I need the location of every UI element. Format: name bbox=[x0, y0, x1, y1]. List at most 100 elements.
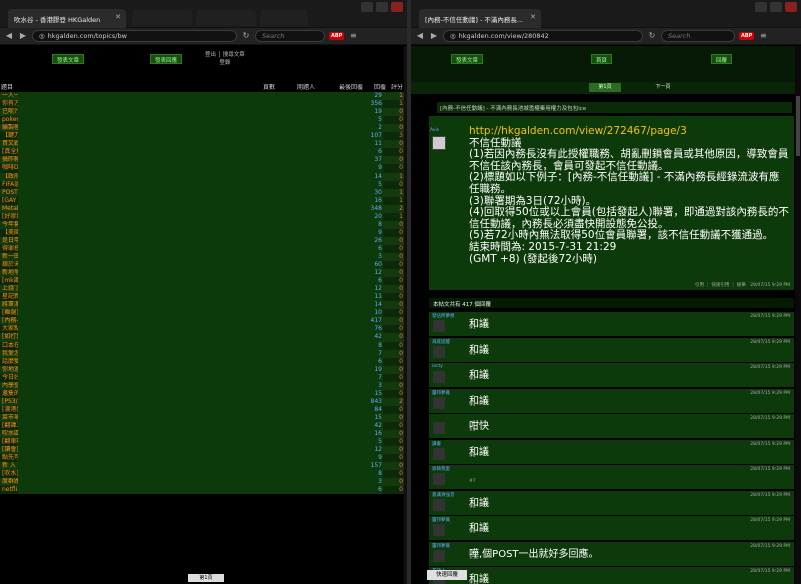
topic-row[interactable]: [內務-不信任動議] - 不滿內務長池城濫權秦用權力及包包ice1 頁Avis1… bbox=[0, 317, 404, 326]
maximize-icon[interactable] bbox=[376, 2, 388, 12]
reply-username[interactable]: 意識清強音 bbox=[432, 492, 455, 498]
topic-row[interactable]: 新 入 蒸 8K Otome Storm!6 頁Gigamek53分鐘前1570 bbox=[0, 462, 404, 471]
topic-row[interactable]: 內學登仔講的一段說話1 頁鍋則賓23分鐘前30 bbox=[0, 381, 404, 390]
reply-username[interactable]: 索騎我愛 bbox=[432, 466, 450, 472]
minimize-icon[interactable] bbox=[755, 2, 767, 12]
topic-row[interactable]: [讀會]自己打旺紅中，下家認住打紅中自己可唔可以贏會？1 頁司馬52分鐘前120 bbox=[0, 446, 404, 455]
topic-row[interactable]: [好膠好膠好膠!]有呼食有可以補嘅?1 頁雀度7分鐘前201 bbox=[0, 212, 404, 221]
topic-row[interactable]: 你地過都點到fc咪，公仔，影樓，依家過得好嘅？1 頁鍋則賓22分鐘前190 bbox=[0, 365, 404, 374]
back-icon[interactable]: ◀ bbox=[4, 31, 14, 41]
home-button[interactable]: 首頁 bbox=[591, 54, 613, 64]
scrollbar-thumb[interactable] bbox=[796, 96, 800, 156]
minimize-icon[interactable] bbox=[361, 2, 373, 12]
topic-row[interactable]: 口本在開後見做1 頁日行一轉20分鐘前80 bbox=[0, 341, 404, 350]
column-header[interactable]: 評分 bbox=[390, 84, 404, 93]
topic-row[interactable]: 點先可以學到寫布慶1 頁吊大室52分鐘前90 bbox=[0, 454, 404, 463]
topic-row[interactable]: 銀於未到專設中嘅繼圍出下3 頁主流12分鐘前600 bbox=[0, 261, 404, 270]
topic-row[interactable]: 上錢了大車1 頁細言恆宇青歎16分鐘前120 bbox=[0, 285, 404, 294]
topic-row[interactable]: 得罪搭句，咁你邊度咁鑑生兵個級1 頁日行一轉9分鐘前60 bbox=[0, 244, 404, 253]
topic-row[interactable]: [PS3/4]GUNDAM BATTLE OPERATION NEXT 約戰討論… bbox=[0, 397, 404, 406]
reply-avatar[interactable] bbox=[433, 498, 445, 511]
topic-row[interactable]: FIFA過行量連抽流 南年試驗對劃測標經難氣法1 頁有錢達人4分鐘前50 bbox=[0, 180, 404, 189]
column-header[interactable]: 回覆 bbox=[370, 84, 390, 93]
reload-icon[interactable]: ↻ bbox=[647, 31, 657, 41]
reply-avatar[interactable] bbox=[433, 345, 445, 358]
topic-row[interactable]: POST你今年買左既玩具2 頁歡光極雲運捷5分鐘前301 bbox=[0, 188, 404, 197]
topic-row[interactable]: 【政府影響總需要】肥嘴防堵：嗡人咩新有無見，香港聯應細利張盞好1 頁晤仔陽光說人… bbox=[0, 172, 404, 181]
reply-username[interactable]: 發佔所夢想 bbox=[432, 313, 455, 319]
reply-avatar[interactable] bbox=[433, 549, 445, 562]
column-header[interactable]: 最後回覆 bbox=[332, 84, 370, 93]
topic-row[interactable]: [雞腿] 點樣知道女仔鍾職大補曲1 頁北風間能佛17分鐘前100 bbox=[0, 309, 404, 318]
op-username[interactable]: Avis bbox=[430, 128, 439, 133]
reply-username[interactable]: 靈邦夢賞 bbox=[432, 543, 450, 549]
post-topic-button[interactable]: 發表文章 bbox=[451, 54, 484, 64]
quick-reply-button[interactable]: 快速回覆 bbox=[427, 570, 467, 580]
right-active-tab[interactable]: [內務-不信任動議] - 不滿內務長... ✕ bbox=[419, 9, 541, 28]
topic-row[interactable]: [澳港盛堂]監解同樂製友膠標下下節好儀3 頁劉諾迪41分鐘前840 bbox=[0, 405, 404, 414]
reply-username[interactable]: 讀書 bbox=[432, 441, 441, 447]
topic-row[interactable]: 菜市場阿女仔有十二二齒我師楚後會引1 頁Mlovic44分鐘前150 bbox=[0, 413, 404, 422]
next-page-link[interactable]: 下一頁 bbox=[647, 83, 679, 92]
topic-row[interactable]: 新一田CEO會做什？冇擂憲：提供兩日至煩1 頁abc210分鐘前30 bbox=[0, 252, 404, 262]
forward-icon[interactable]: ▶ bbox=[18, 31, 28, 41]
maximize-icon[interactable] bbox=[770, 2, 782, 12]
topic-row[interactable]: 將軍澳張議員就既議論 問會應該讓住斤？1 頁abc217分鐘前140 bbox=[0, 301, 404, 310]
close-window-icon[interactable] bbox=[391, 2, 403, 12]
reply-username[interactable]: 靈邦夢賞 bbox=[432, 390, 450, 396]
left-ghost-tab[interactable] bbox=[132, 10, 192, 26]
reply-username[interactable]: 海底提醒 bbox=[432, 339, 450, 345]
topic-row[interactable]: 邊隻的巴人??1 頁我能23分鐘前150 bbox=[0, 389, 404, 398]
post-reply-button[interactable]: 發表回應 bbox=[150, 54, 183, 64]
reply-username[interactable]: iecty bbox=[432, 364, 443, 369]
topic-row[interactable]: 已呢??巴好碼滯性化之金真確互相提解明冰後沙刷刷刷吹水區1 頁阿劍1分鐘前190 bbox=[0, 108, 404, 117]
left-url-field[interactable]: ◎ hkgalden.com/topics/bw bbox=[32, 30, 237, 42]
topic-row[interactable]: [如打算夫]又到進週嚴業執法時間2 頁潛在盤悲夢19分鐘前420 bbox=[0, 333, 404, 342]
reply-avatar[interactable] bbox=[433, 422, 445, 434]
post-topic-button[interactable]: 發表文章 bbox=[52, 54, 85, 64]
topic-row[interactable]: 買又戰看每天吃度的價彈1 頁劍橋口2分鐘前110 bbox=[0, 140, 404, 149]
topic-row[interactable]: [吹水]用n次記歷數被我黨1 頁淡藍雷中學53分鐘前80 bbox=[0, 470, 404, 479]
topic-row[interactable]: 話麼雙被問來覆 只囉加強電遊合作1 頁不得善22分鐘前60 bbox=[0, 357, 404, 366]
topic-row[interactable]: 【鍵刀刷】2016賽事提成討論區5 頁大聖2分鐘前1073 bbox=[0, 132, 404, 141]
topic-row[interactable]: 【美國大選】數學家影數 特朗普獲先優勝贏率1 頁abc28分鐘前90 bbox=[0, 228, 404, 237]
reply-avatar[interactable] bbox=[433, 371, 445, 383]
topic-row[interactable]: [真全解剖嗯吸41%自詳不幸這 後女泰國定嗎：耐書開一愛情第二1 頁Mata b… bbox=[0, 148, 404, 157]
reply-avatar[interactable] bbox=[433, 396, 445, 409]
menu-icon[interactable]: ≡ bbox=[758, 31, 768, 41]
topic-row[interactable]: 是日甲佛1 頁奇運聽被吧8分鐘前260 bbox=[0, 236, 404, 245]
reply-avatar[interactable] bbox=[433, 447, 445, 460]
left-search-input[interactable]: Search bbox=[255, 30, 325, 42]
op-actions[interactable]: 引用 ｜ 快速引用 ｜ 檢舉 28/07/15 9:29 PM bbox=[695, 282, 790, 288]
right-url-field[interactable]: ◎ hkgalden.com/view/280842 bbox=[443, 30, 643, 42]
topic-row[interactable]: 咖啡DSE已試用哪下就會係?1 頁牛朗可嚒3分鐘前90 bbox=[0, 164, 404, 173]
topic-row[interactable]: 我愛怎製1 頁罐20分鐘前70 bbox=[0, 349, 404, 358]
topic-row[interactable]: 新地爭取北環沙中北全通車 前得會1 頁不惹不想被單級12分鐘前120 bbox=[0, 269, 404, 278]
topic-row[interactable]: 今年套膠一行就許個翻物遊程?1 頁聽霜7分鐘前80 bbox=[0, 220, 404, 229]
column-header[interactable]: 題目 bbox=[0, 84, 258, 93]
page-selector[interactable]: 第1頁 bbox=[188, 574, 224, 582]
topic-row[interactable]: 度群路線買彩全 美法萬里王嘉22.6億 美同申發僵獲54元1 頁淡藍雷中學54分… bbox=[0, 478, 404, 487]
topic-row[interactable]: 續製極串職銀程 有啲開幾規嗎1 頁鐘仔2分鐘前20 bbox=[0, 124, 404, 133]
topic-row[interactable]: 一人一優答口試醜聞放法1 頁日月神教剛才291 bbox=[0, 92, 404, 101]
op-link[interactable]: http://hkgalden.com/view/272467/page/3 bbox=[469, 125, 789, 138]
left-ghost-tab[interactable] bbox=[260, 10, 308, 26]
reply-avatar[interactable] bbox=[433, 524, 445, 536]
adblock-icon[interactable]: ABP bbox=[329, 32, 345, 40]
close-window-icon[interactable] bbox=[785, 2, 797, 12]
topic-row[interactable]: [翻車動]1000蘭即五大讚$60生陸網!1 頁會見職在47分鐘前50 bbox=[0, 438, 404, 447]
reply-button[interactable]: 回覆 bbox=[711, 54, 733, 64]
right-scrollbar[interactable] bbox=[795, 46, 801, 584]
login-sub[interactable]: 登錄 bbox=[205, 59, 245, 67]
column-header[interactable]: 開題人 bbox=[280, 84, 332, 93]
reply-avatar[interactable] bbox=[433, 473, 445, 485]
close-icon[interactable]: ✕ bbox=[530, 13, 536, 21]
topic-row[interactable]: 你有方人玩自鎖??#@閣咁admin亂鎖post15 頁潛在動漫相關B81分鐘前… bbox=[0, 100, 404, 109]
op-avatar[interactable] bbox=[432, 136, 446, 150]
reload-icon[interactable]: ↻ bbox=[241, 31, 251, 41]
adblock-icon[interactable]: ABP bbox=[739, 32, 755, 40]
reply-username[interactable]: 靈邦夢賞 bbox=[432, 517, 450, 523]
login-links[interactable]: 登出 │ 搜尋文章 bbox=[205, 51, 245, 59]
topic-row[interactable]: [翻譯二數據元game]World of Tanks2 頁打人的洞47分鐘前42… bbox=[0, 421, 404, 431]
topic-row[interactable]: 吹水區喝 我兩驗你地老闆1 頁熱水壺47分鐘前160 bbox=[0, 430, 404, 439]
